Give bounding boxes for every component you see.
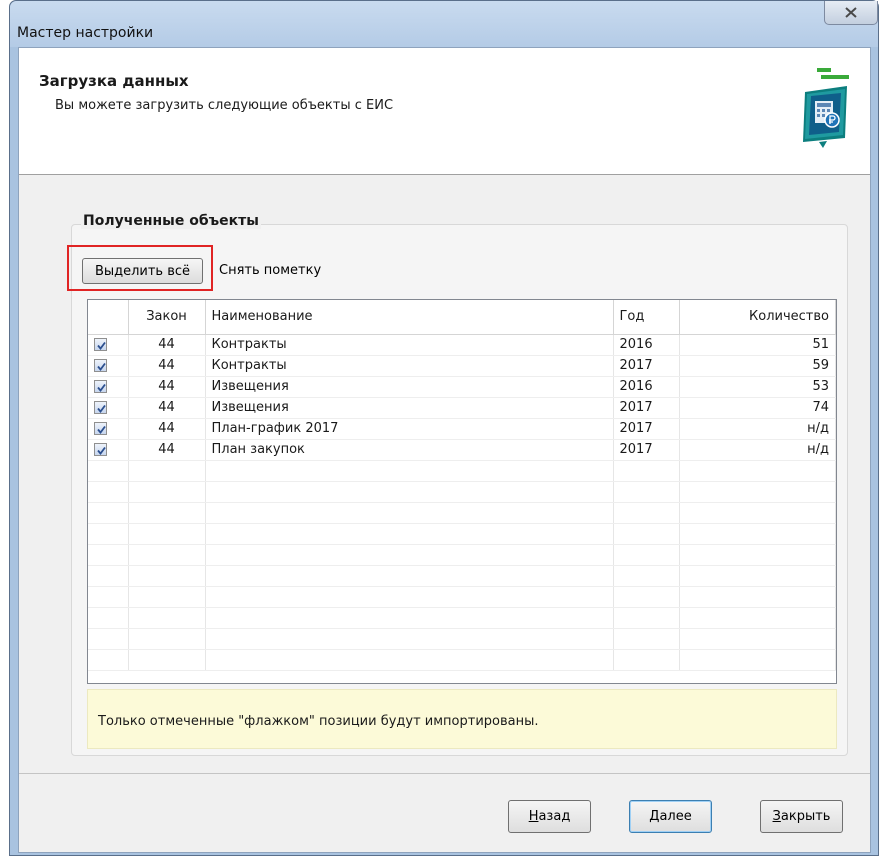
window-title: Мастер настройки: [17, 25, 154, 41]
close-button[interactable]: Закрыть: [760, 800, 843, 833]
wizard-header: Загрузка данных Вы можете загрузить след…: [19, 48, 870, 175]
cell-name: План закупок: [205, 439, 614, 461]
row-checkbox[interactable]: [94, 401, 107, 414]
table-row[interactable]: 44 Контракты 2016 51: [88, 334, 836, 356]
cell-law: 44: [128, 439, 206, 461]
row-checkbox-cell[interactable]: [88, 418, 129, 440]
title-bar[interactable]: Мастер настройки: [10, 1, 878, 47]
wizard-client-area: Загрузка данных Вы можете загрузить след…: [18, 47, 871, 853]
select-all-button[interactable]: Выделить всё: [82, 258, 203, 284]
row-checkbox-cell[interactable]: [88, 355, 129, 377]
column-header-law[interactable]: Закон: [128, 300, 206, 335]
empty-row: [88, 481, 836, 503]
info-bar: Только отмеченные "флажком" позиции буду…: [87, 689, 837, 749]
cell-law: 44: [128, 418, 206, 440]
table-header-row: Закон Наименование Год Количество: [88, 300, 836, 335]
column-header-qty[interactable]: Количество: [679, 300, 836, 335]
row-checkbox-cell[interactable]: [88, 334, 129, 356]
page-subtitle: Вы можете загрузить следующие объекты с …: [55, 98, 394, 113]
cell-qty: н/д: [679, 439, 836, 461]
cell-year: 2017: [613, 397, 680, 419]
cell-qty: 59: [679, 355, 836, 377]
wizard-window: Мастер настройки Загрузка данных Вы може…: [9, 0, 879, 856]
empty-row: [88, 628, 836, 650]
cell-law: 44: [128, 376, 206, 398]
row-checkbox[interactable]: [94, 443, 107, 456]
cell-name: Извещения: [205, 397, 614, 419]
back-label: азад: [538, 809, 571, 824]
cell-law: 44: [128, 355, 206, 377]
row-checkbox[interactable]: [94, 380, 107, 393]
empty-row: [88, 502, 836, 524]
cell-qty: 74: [679, 397, 836, 419]
table-row[interactable]: 44 План-график 2017 2017 н/д: [88, 418, 836, 440]
row-checkbox-cell[interactable]: [88, 439, 129, 461]
cell-year: 2017: [613, 439, 680, 461]
next-label: алее: [659, 809, 692, 824]
empty-row: [88, 523, 836, 545]
cell-qty: 51: [679, 334, 836, 356]
column-header-check[interactable]: [88, 300, 129, 335]
document-calculator-icon: [803, 68, 849, 148]
page-title: Загрузка данных: [39, 72, 189, 90]
column-header-year[interactable]: Год: [613, 300, 680, 335]
cell-name: Контракты: [205, 334, 614, 356]
cell-year: 2016: [613, 334, 680, 356]
row-checkbox-cell[interactable]: [88, 376, 129, 398]
column-header-name[interactable]: Наименование: [205, 300, 614, 335]
empty-row: [88, 544, 836, 566]
next-hotkey: Д: [649, 809, 660, 824]
empty-row: [88, 607, 836, 629]
back-button[interactable]: Назад: [508, 800, 591, 833]
row-checkbox-cell[interactable]: [88, 397, 129, 419]
empty-row: [88, 649, 836, 671]
group-title: Полученные объекты: [81, 213, 261, 229]
empty-row: [88, 460, 836, 482]
cell-law: 44: [128, 397, 206, 419]
table-row[interactable]: 44 Контракты 2017 59: [88, 355, 836, 377]
cell-year: 2017: [613, 418, 680, 440]
cell-name: План-график 2017: [205, 418, 614, 440]
unmark-all-button[interactable]: Снять пометку: [217, 258, 323, 284]
info-text: Только отмеченные "флажком" позиции буду…: [98, 714, 539, 729]
empty-row: [88, 565, 836, 587]
row-checkbox[interactable]: [94, 422, 107, 435]
close-label: акрыть: [780, 809, 831, 824]
objects-table: Закон Наименование Год Количество 44 Конт…: [87, 299, 837, 684]
close-x-icon: [845, 7, 857, 18]
empty-row: [88, 586, 836, 608]
row-checkbox[interactable]: [94, 359, 107, 372]
table-row[interactable]: 44 Извещения 2017 74: [88, 397, 836, 419]
close-window-button[interactable]: [824, 1, 878, 25]
next-button[interactable]: Далее: [629, 800, 712, 833]
cell-name: Контракты: [205, 355, 614, 377]
cell-law: 44: [128, 334, 206, 356]
cell-name: Извещения: [205, 376, 614, 398]
close-hotkey: З: [772, 809, 781, 824]
cell-year: 2016: [613, 376, 680, 398]
back-hotkey: Н: [528, 809, 539, 824]
cell-qty: 53: [679, 376, 836, 398]
footer-separator: [19, 773, 870, 774]
cell-qty: н/д: [679, 418, 836, 440]
cell-year: 2017: [613, 355, 680, 377]
table-row[interactable]: 44 Извещения 2016 53: [88, 376, 836, 398]
table-row[interactable]: 44 План закупок 2017 н/д: [88, 439, 836, 461]
row-checkbox[interactable]: [94, 338, 107, 351]
